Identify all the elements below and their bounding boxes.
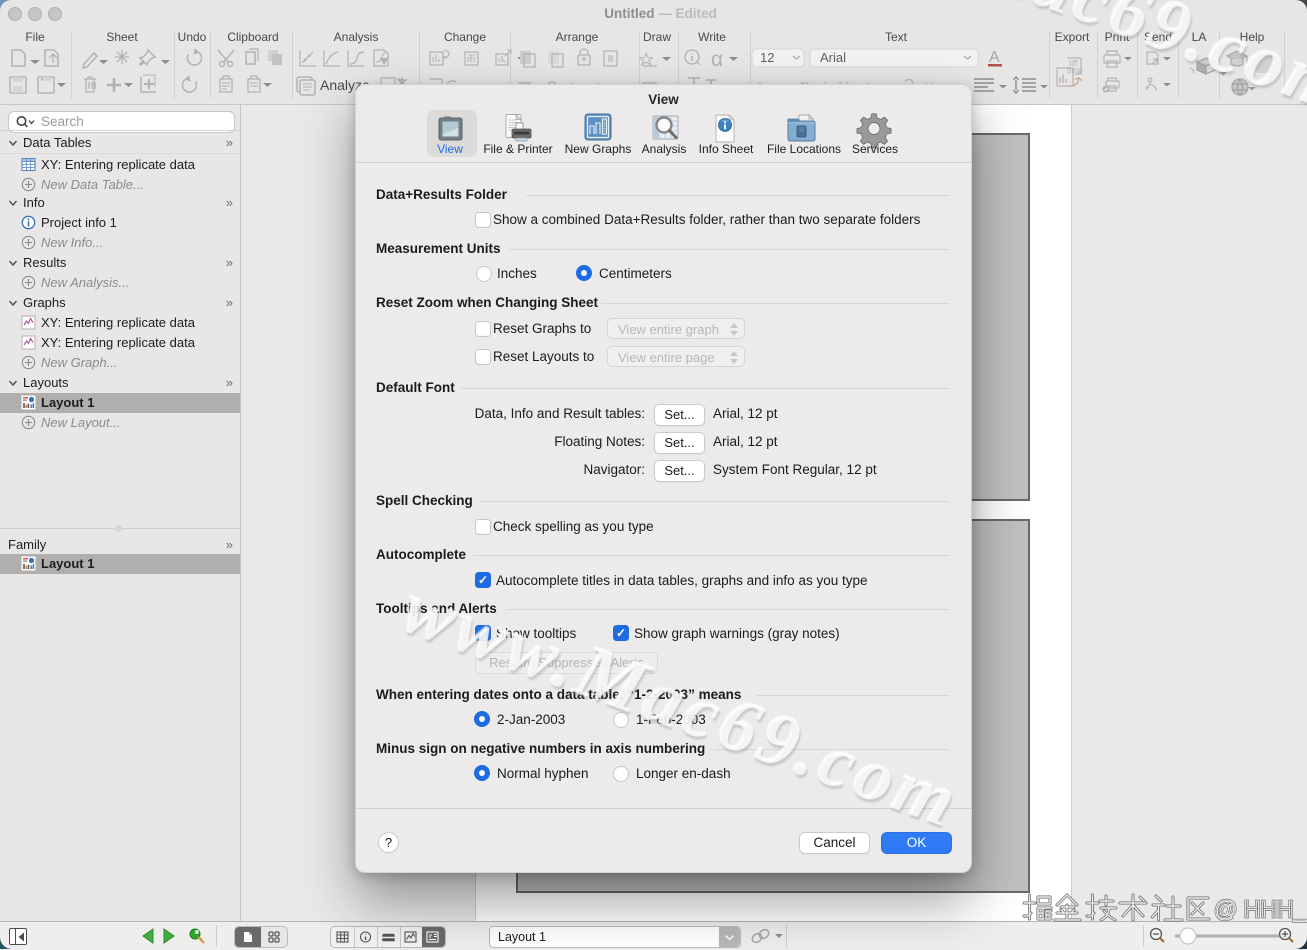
svg-text:α: α: [711, 48, 723, 71]
svg-text:bmp: bmp: [1067, 66, 1083, 75]
svg-text:12: 12: [760, 50, 774, 65]
svg-text:@ HHH_: @ HHH_: [1214, 896, 1307, 922]
svg-text:Arial: Arial: [820, 50, 846, 65]
svg-text:A: A: [989, 49, 1000, 66]
